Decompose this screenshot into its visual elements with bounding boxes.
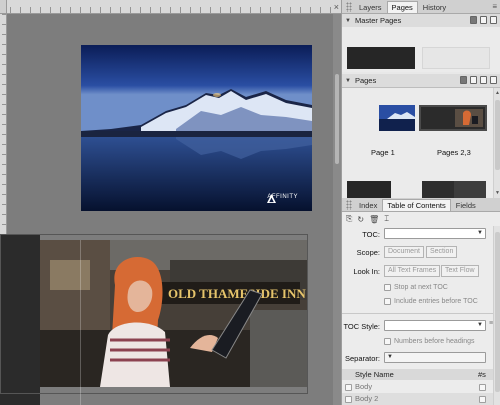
- toc-panel-tabbar: Index Table of Contents Fields: [342, 198, 500, 212]
- scope-document-button[interactable]: Document: [384, 246, 424, 258]
- master-page-thumbnail[interactable]: [422, 47, 490, 69]
- pages-scrollbar[interactable]: ▲ ▼: [493, 88, 500, 198]
- pages-2-3-thumbnail[interactable]: [419, 105, 487, 131]
- page-1-thumbnail[interactable]: [379, 105, 415, 131]
- include-entries-label: Include entries before TOC: [394, 298, 478, 305]
- panel-menu-icon[interactable]: ≡: [492, 2, 497, 12]
- svg-text:OLD THAMESIDE INN: OLD THAMESIDE INN: [168, 286, 306, 301]
- scope-section-button[interactable]: Section: [426, 246, 458, 258]
- page-options-icon[interactable]: [460, 76, 467, 84]
- scroll-up-icon[interactable]: ▲: [495, 90, 500, 96]
- master-pages-list: [342, 27, 500, 72]
- page-1-preview: [379, 105, 415, 131]
- page-2-left-panel[interactable]: [0, 234, 40, 405]
- pages-header[interactable]: ▼ Pages: [342, 74, 500, 88]
- ruler-origin[interactable]: [0, 0, 7, 14]
- style-include-checkbox[interactable]: [345, 396, 352, 403]
- include-entries-checkbox[interactable]: [384, 298, 391, 305]
- stop-at-next-toc-option[interactable]: Stop at next TOC: [384, 284, 448, 291]
- style-number-checkbox[interactable]: [479, 396, 486, 403]
- chevron-down-icon: ▼: [387, 354, 393, 360]
- master-pages-header[interactable]: ▼ Master Pages: [342, 14, 500, 28]
- toc-dropdown[interactable]: ▼: [384, 228, 486, 239]
- text-cursor-icon[interactable]: ⌶: [384, 214, 389, 224]
- pages-list: Page 1 Pages 2,3: [342, 88, 493, 198]
- insert-toc-icon[interactable]: ⎘: [346, 214, 352, 224]
- collapse-arrow-icon[interactable]: ▼: [345, 78, 351, 84]
- master-pages-title: Master Pages: [354, 16, 402, 25]
- page-thumbnail[interactable]: [422, 181, 486, 198]
- chevron-down-icon: ▼: [477, 322, 483, 328]
- style-include-checkbox[interactable]: [345, 384, 352, 391]
- stop-at-next-toc-checkbox[interactable]: [384, 284, 391, 291]
- toc-toolbar: ⎘ ↻ 🗑 ⌶: [346, 214, 389, 224]
- scroll-down-icon[interactable]: ▼: [495, 190, 500, 196]
- pages-2-3-preview: [421, 107, 485, 129]
- master-options-icon[interactable]: [470, 16, 477, 24]
- pages-2-3-label: Pages 2,3: [437, 148, 471, 157]
- look-in-all-text-frames-button[interactable]: All Text Frames: [384, 265, 441, 277]
- close-icon[interactable]: ×: [334, 1, 339, 13]
- mountain-lake-image: [81, 45, 312, 211]
- chevron-down-icon: ▼: [477, 230, 483, 236]
- duplicate-page-icon[interactable]: [480, 76, 487, 84]
- collapse-arrow-icon[interactable]: ▼: [345, 18, 351, 24]
- numbers-before-headings-option[interactable]: Numbers before headings: [384, 338, 475, 345]
- horizontal-ruler[interactable]: ×: [0, 0, 341, 14]
- style-row[interactable]: Body 2: [342, 393, 500, 405]
- toc-label: TOC:: [362, 230, 380, 239]
- include-entries-before-toc-option[interactable]: Include entries before TOC: [384, 298, 478, 305]
- tab-pages[interactable]: Pages: [386, 1, 418, 13]
- look-in-text-flow-button[interactable]: Text Flow: [441, 265, 479, 277]
- tab-fields[interactable]: Fields: [451, 199, 481, 211]
- guide-line[interactable]: [80, 240, 81, 405]
- toc-style-dropdown[interactable]: ▼: [384, 320, 486, 331]
- scope-label: Scope:: [356, 248, 380, 257]
- separator-field[interactable]: ▼: [384, 352, 486, 363]
- pages-panel-tabbar: Layers Pages History ≡: [342, 0, 500, 14]
- page-1-spread[interactable]: AFFINITY: [81, 45, 312, 211]
- numbers-before-headings-label: Numbers before headings: [394, 338, 475, 345]
- delete-toc-icon[interactable]: 🗑: [369, 215, 379, 224]
- pages-title: Pages: [354, 76, 377, 85]
- tab-history[interactable]: History: [418, 1, 451, 13]
- separator-label: Separator:: [344, 354, 380, 363]
- divider: [342, 313, 500, 314]
- stop-at-next-toc-label: Stop at next TOC: [394, 284, 448, 291]
- tab-index[interactable]: Index: [354, 199, 382, 211]
- delete-master-icon[interactable]: [490, 16, 497, 24]
- number-column-header: #s: [478, 370, 486, 379]
- tab-layers[interactable]: Layers: [354, 1, 387, 13]
- toc-scrollbar[interactable]: [493, 226, 500, 405]
- delete-page-icon[interactable]: [490, 76, 497, 84]
- add-master-icon[interactable]: [480, 16, 487, 24]
- insert-page-icon[interactable]: [470, 76, 477, 84]
- affinity-triangle-icon: [267, 194, 277, 203]
- panel-grip-icon[interactable]: [346, 199, 352, 210]
- tab-table-of-contents[interactable]: Table of Contents: [382, 199, 451, 211]
- update-toc-icon[interactable]: ↻: [357, 215, 364, 224]
- panel-grip-icon[interactable]: [346, 1, 352, 12]
- style-row[interactable]: Body: [342, 381, 500, 393]
- master-page-thumbnail[interactable]: [347, 47, 415, 69]
- right-studio-panels: Layers Pages History ≡ ▼ Master Pages ▼ …: [341, 0, 500, 405]
- style-number-checkbox[interactable]: [479, 384, 486, 391]
- toc-style-label: TOC Style:: [343, 322, 380, 331]
- document-canvas[interactable]: × AFFINITY OLD THAMESIDE INN: [0, 0, 341, 405]
- canvas-vertical-scrollbar[interactable]: [333, 14, 341, 405]
- style-list-header: Style Name #s: [342, 369, 500, 380]
- numbers-before-headings-checkbox[interactable]: [384, 338, 391, 345]
- page-1-label: Page 1: [371, 148, 395, 157]
- affinity-logo: AFFINITY: [267, 194, 298, 203]
- style-name: Body: [355, 382, 373, 391]
- style-name: Body 2: [355, 394, 379, 403]
- style-name-header: Style Name: [355, 370, 394, 379]
- look-in-label: Look In:: [353, 267, 380, 276]
- page-thumbnail[interactable]: [347, 181, 391, 198]
